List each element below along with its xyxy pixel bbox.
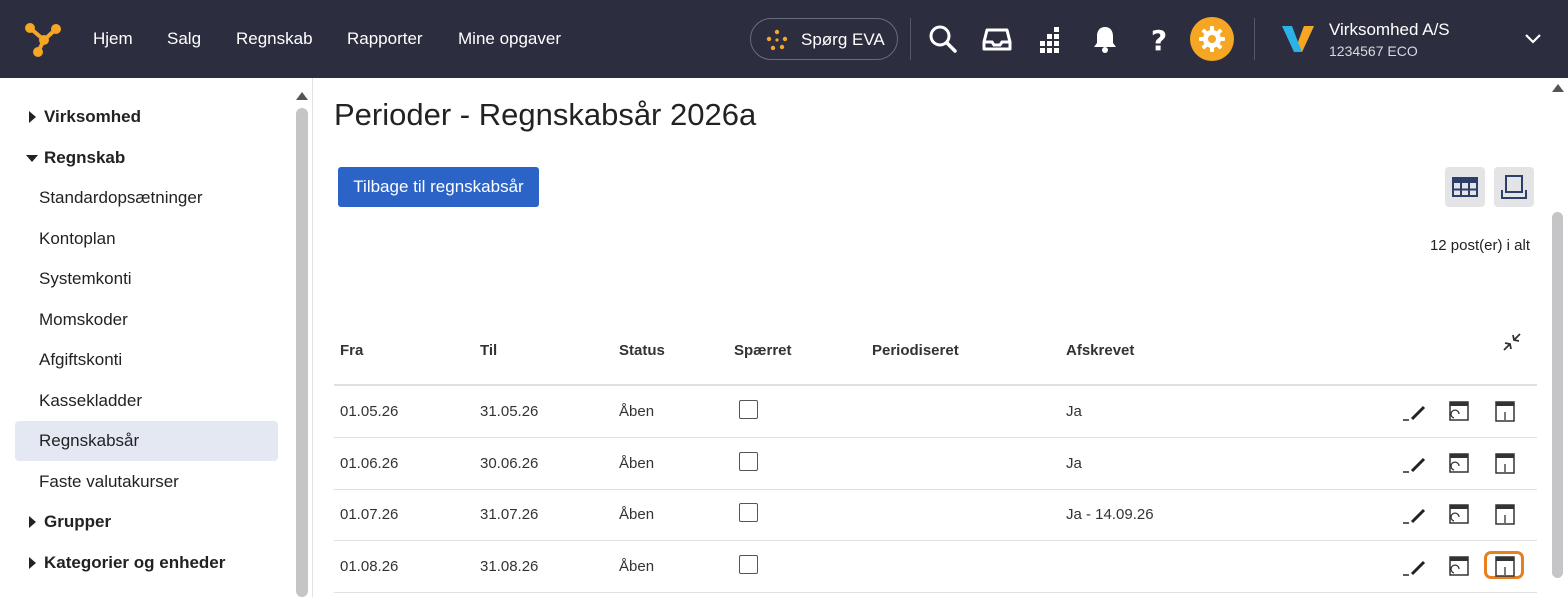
locked-checkbox[interactable]: [739, 503, 758, 522]
inbox-icon[interactable]: [980, 22, 1014, 56]
edit-icon[interactable]: [1402, 554, 1428, 580]
sidebar-item-kassekladder[interactable]: Kassekladder: [15, 381, 278, 421]
help-icon[interactable]: ?: [1142, 22, 1176, 56]
sidebar-group-kategorier[interactable]: Kategorier og enheder: [15, 543, 278, 583]
cell-status: Åben: [619, 403, 655, 420]
close-period-icon[interactable]: [1492, 399, 1518, 425]
gear-icon: [1199, 26, 1225, 52]
cell-status: Åben: [619, 506, 655, 523]
app-logo-icon[interactable]: [22, 20, 62, 60]
cell-afskrevet: Ja: [1066, 455, 1082, 472]
close-period-icon[interactable]: [1492, 502, 1518, 528]
company-logo-icon: [1282, 26, 1314, 52]
reopen-period-icon[interactable]: [1446, 399, 1472, 425]
table-view-button[interactable]: [1445, 167, 1485, 207]
edit-icon[interactable]: [1402, 502, 1428, 528]
bell-icon[interactable]: [1088, 22, 1122, 56]
cell-fra: 01.05.26: [340, 403, 399, 420]
search-icon[interactable]: [926, 22, 960, 56]
eva-sparkle-icon: [766, 29, 788, 51]
divider: [910, 18, 911, 60]
edit-icon[interactable]: [1402, 399, 1428, 425]
sidebar-item-afgiftskonti[interactable]: Afgiftskonti: [15, 340, 278, 380]
edit-icon[interactable]: [1402, 451, 1428, 477]
cell-til: 31.08.26: [480, 558, 539, 575]
sidebar-item-regnskabsaar[interactable]: Regnskabsår: [15, 421, 278, 461]
column-header-periodiseret[interactable]: Periodiseret: [872, 342, 959, 359]
cell-status: Åben: [619, 455, 655, 472]
settings-gear-button[interactable]: [1190, 17, 1234, 61]
nav-salg[interactable]: Salg: [167, 0, 201, 78]
sidebar-item-label: Regnskab: [44, 148, 126, 167]
reopen-period-icon[interactable]: [1446, 502, 1472, 528]
nav-regnskab[interactable]: Regnskab: [236, 0, 313, 78]
sidebar-item-label: Virksomhed: [44, 107, 142, 126]
close-period-icon[interactable]: [1492, 451, 1518, 477]
back-to-fiscal-years-button[interactable]: Tilbage til regnskabsår: [338, 167, 539, 207]
close-period-icon[interactable]: [1492, 554, 1518, 580]
column-header-spaerret[interactable]: Spærret: [734, 342, 792, 359]
caret-down-icon: [26, 155, 38, 162]
record-count: 12 post(er) i alt: [1429, 237, 1530, 254]
divider: [1254, 18, 1255, 60]
print-icon: [1501, 175, 1527, 199]
cell-til: 30.06.26: [480, 455, 539, 472]
apps-grid-icon[interactable]: [1034, 22, 1068, 56]
column-header-fra[interactable]: Fra: [340, 342, 363, 359]
table-icon: [1452, 177, 1478, 197]
locked-checkbox[interactable]: [739, 555, 758, 574]
company-name: Virksomhed A/S: [1329, 20, 1450, 39]
nav-hjem[interactable]: Hjem: [93, 0, 133, 78]
sidebar-scroll-up-icon[interactable]: [296, 92, 308, 100]
cell-fra: 01.07.26: [340, 506, 399, 523]
main-scroll-up-icon[interactable]: [1552, 84, 1564, 92]
main-scrollbar[interactable]: [1552, 212, 1563, 578]
table-row: 01.05.26 31.05.26 Åben Ja: [334, 386, 1537, 438]
table-row: 01.06.26 30.06.26 Åben Ja: [334, 438, 1537, 490]
svg-text:?: ?: [1151, 24, 1167, 56]
cell-afskrevet: Ja - 14.09.26: [1066, 506, 1154, 523]
sidebar-item-label: Grupper: [44, 512, 112, 531]
nav-rapporter[interactable]: Rapporter: [347, 0, 423, 78]
sidebar-group-grupper[interactable]: Grupper: [15, 502, 278, 542]
locked-checkbox[interactable]: [739, 400, 758, 419]
cell-til: 31.07.26: [480, 506, 539, 523]
caret-right-icon: [29, 516, 36, 528]
cell-fra: 01.06.26: [340, 455, 399, 472]
company-id: 1234567 ECO: [1329, 43, 1418, 59]
table-row: 01.07.26 31.07.26 Åben Ja - 14.09.26: [334, 489, 1537, 541]
sidebar-group-virksomhed[interactable]: Virksomhed: [15, 97, 278, 137]
sidebar-group-regnskab[interactable]: Regnskab: [15, 138, 278, 178]
sidebar-scrollbar[interactable]: [296, 108, 308, 597]
reopen-period-icon[interactable]: [1446, 554, 1472, 580]
cell-fra: 01.08.26: [340, 558, 399, 575]
chevron-down-icon[interactable]: [1522, 31, 1544, 47]
sidebar-item-systemkonti[interactable]: Systemkonti: [15, 259, 278, 299]
column-header-afskrevet[interactable]: Afskrevet: [1066, 342, 1134, 359]
cell-status: Åben: [619, 558, 655, 575]
page-title: Perioder - Regnskabsår 2026a: [334, 97, 757, 132]
sidebar-item-label: Kategorier og enheder: [44, 553, 226, 572]
print-button[interactable]: [1494, 167, 1534, 207]
caret-right-icon: [29, 111, 36, 123]
sidebar-item-momskoder[interactable]: Momskoder: [15, 300, 278, 340]
sidebar-item-faste-valutakurser[interactable]: Faste valutakurser: [15, 462, 278, 502]
cell-afskrevet: Ja: [1066, 403, 1082, 420]
nav-mine-opgaver[interactable]: Mine opgaver: [458, 0, 561, 78]
reopen-period-icon[interactable]: [1446, 451, 1472, 477]
sidebar-item-kontoplan[interactable]: Kontoplan: [15, 219, 278, 259]
top-bar: Hjem Salg Regnskab Rapporter Mine opgave…: [0, 0, 1568, 78]
ask-eva-button[interactable]: Spørg EVA: [750, 18, 898, 60]
cell-til: 31.05.26: [480, 403, 539, 420]
eva-label: Spørg EVA: [801, 30, 885, 49]
table-row: 01.08.26 31.08.26 Åben: [334, 541, 1537, 593]
sidebar-item-standardopsaetninger[interactable]: Standardopsætninger: [15, 178, 278, 218]
caret-right-icon: [29, 557, 36, 569]
column-header-til[interactable]: Til: [480, 342, 497, 359]
locked-checkbox[interactable]: [739, 452, 758, 471]
collapse-icon[interactable]: [1501, 331, 1523, 353]
column-header-status[interactable]: Status: [619, 342, 665, 359]
